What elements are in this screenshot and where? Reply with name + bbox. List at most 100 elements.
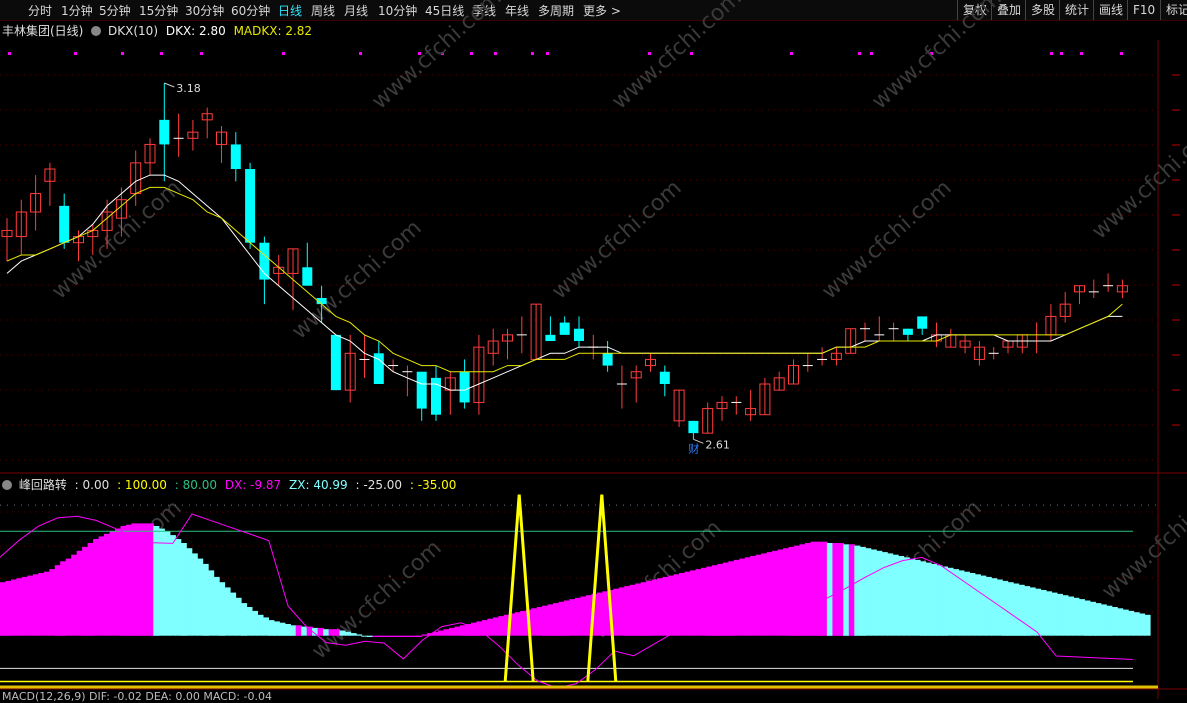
histogram-bar xyxy=(1106,605,1113,636)
candle-body-down xyxy=(431,377,441,415)
watermark-text: www.cfchi.com xyxy=(307,536,446,665)
candle-body-down xyxy=(330,334,341,391)
high-label: 3.18 xyxy=(176,82,201,95)
histogram-bar xyxy=(821,541,828,636)
histogram-bar xyxy=(262,617,269,636)
histogram-bar xyxy=(520,610,527,636)
histogram-bar xyxy=(629,584,636,636)
histogram-bar xyxy=(728,561,735,636)
candle-body-down xyxy=(688,420,699,434)
histogram-bar xyxy=(388,635,395,637)
candle-body-down xyxy=(416,371,427,409)
histogram-bar xyxy=(843,544,850,636)
histogram-bar xyxy=(558,601,565,636)
histogram-bar xyxy=(98,536,105,636)
histogram-bar xyxy=(1144,614,1151,636)
histogram-bar xyxy=(158,528,165,636)
histogram-bar xyxy=(794,545,801,636)
histogram-bar xyxy=(186,548,193,636)
histogram-bar xyxy=(695,569,702,636)
candle-body-down xyxy=(245,169,256,243)
histogram-bar xyxy=(383,635,390,637)
histogram-bar xyxy=(487,618,494,636)
histogram-bar xyxy=(126,524,133,636)
watermark-text: www.cfchi.com xyxy=(1097,476,1187,605)
candle-body-down xyxy=(574,328,584,341)
histogram-bar xyxy=(772,550,779,636)
histogram-bar xyxy=(366,635,373,637)
histogram-bar xyxy=(881,552,888,636)
histogram-bar xyxy=(21,576,28,636)
histogram-bar xyxy=(651,579,658,636)
histogram-bar xyxy=(980,575,987,636)
signal-marker xyxy=(858,52,861,55)
histogram-bar xyxy=(251,610,258,636)
candle-body-down xyxy=(559,322,570,335)
histogram-bar xyxy=(646,580,653,636)
histogram-bar xyxy=(936,565,943,636)
histogram-bar xyxy=(334,629,341,636)
histogram-bar xyxy=(531,608,538,636)
histogram-bar xyxy=(564,600,571,636)
histogram-bar xyxy=(1078,599,1085,636)
histogram-bar xyxy=(536,607,543,636)
histogram-bar xyxy=(783,548,790,636)
histogram-bar xyxy=(1040,590,1047,636)
histogram-bar xyxy=(5,580,12,636)
histogram-bar xyxy=(690,570,697,636)
histogram-bar xyxy=(235,597,242,636)
histogram-bar xyxy=(361,635,368,637)
histogram-bar xyxy=(11,579,18,636)
histogram-bar xyxy=(257,614,264,636)
histogram-bar xyxy=(892,554,899,636)
histogram-bar xyxy=(1095,603,1102,636)
histogram-bar xyxy=(356,634,363,636)
chart-canvas[interactable]: www.cfchi.com www.cfchi.com www.cfchi.com w… xyxy=(0,0,1187,699)
histogram-bar xyxy=(974,574,981,636)
histogram-bar xyxy=(903,557,910,636)
histogram-bar xyxy=(909,558,916,636)
candle-body-down xyxy=(459,371,470,403)
histogram-bar xyxy=(169,535,176,636)
signal-marker xyxy=(648,52,651,55)
histogram-bar xyxy=(131,523,138,636)
histogram-bar xyxy=(706,566,713,636)
watermark-text: www.cfchi.com xyxy=(367,0,506,114)
signal-marker xyxy=(870,52,873,55)
histogram-bar xyxy=(985,576,992,636)
histogram-bar xyxy=(421,634,428,636)
annotation-layer: 3.18 2.61 财 xyxy=(164,82,730,455)
histogram-bar xyxy=(602,591,609,636)
histogram-bar xyxy=(87,543,94,636)
histogram-bar xyxy=(399,635,406,637)
signal-spike xyxy=(503,494,535,682)
histogram-bar xyxy=(460,625,467,636)
histogram-bar xyxy=(1062,595,1069,636)
histogram-bar xyxy=(32,574,39,636)
histogram-bar xyxy=(38,573,45,636)
histogram-bar xyxy=(115,528,122,636)
histogram-bar xyxy=(219,582,226,636)
histogram-bar xyxy=(345,631,352,636)
histogram-bar xyxy=(317,627,324,636)
histogram-bar xyxy=(826,543,833,636)
histogram-bar xyxy=(1035,588,1042,636)
histogram-bar xyxy=(1067,596,1074,636)
histogram-bar xyxy=(71,554,78,636)
histogram-bar xyxy=(295,625,302,636)
candles-layer xyxy=(1,83,1128,440)
histogram-bar xyxy=(1056,593,1063,636)
signal-marker xyxy=(8,52,11,55)
histogram-bar xyxy=(1018,584,1025,636)
histogram-bar xyxy=(481,620,488,636)
histogram-bar xyxy=(569,599,576,636)
histogram-bar xyxy=(865,548,872,636)
histogram-bar xyxy=(744,557,751,636)
histogram-bar xyxy=(553,603,560,636)
histogram-bar xyxy=(339,630,346,636)
candle-body-down xyxy=(917,316,928,329)
histogram-bar xyxy=(854,545,861,636)
histogram-bar xyxy=(777,549,784,636)
histogram-bar xyxy=(82,546,89,636)
histogram-bar xyxy=(180,543,187,636)
